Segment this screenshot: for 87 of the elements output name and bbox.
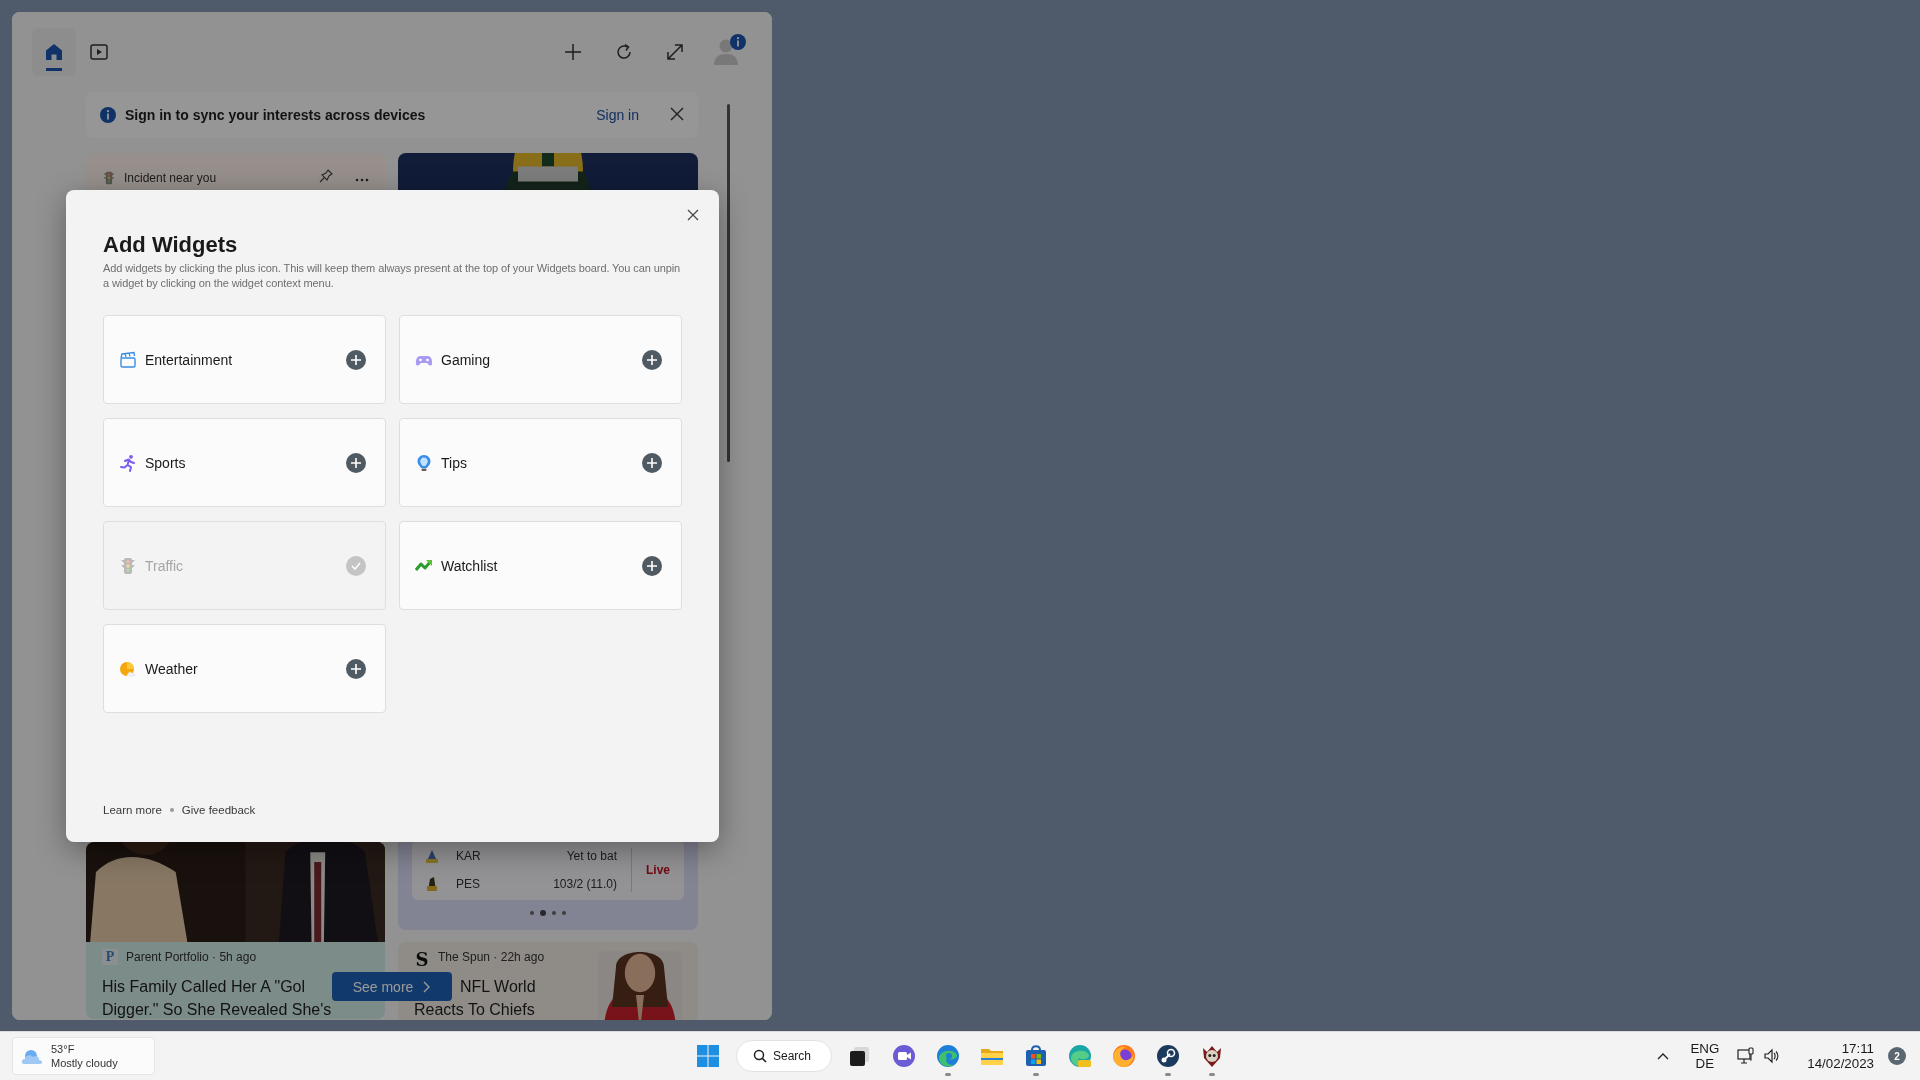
close-icon (670, 106, 684, 121)
sign-in-link[interactable]: Sign in (596, 107, 639, 123)
info-icon (100, 107, 116, 123)
video-chat-icon (892, 1044, 916, 1068)
plus-icon (647, 560, 657, 571)
widget-name: Entertainment (145, 351, 234, 368)
add-widget-button[interactable] (346, 349, 366, 370)
added-check-button[interactable] (346, 555, 366, 576)
browser-icon (1068, 1044, 1092, 1068)
expand-icon (666, 43, 684, 61)
footer-link[interactable]: Give feedback (181, 804, 256, 816)
page-dot[interactable] (562, 911, 566, 915)
add-widget-button[interactable] (642, 452, 662, 473)
search-button[interactable]: Search (736, 1040, 832, 1072)
footer-link[interactable]: Learn more (103, 804, 162, 816)
page-dot[interactable] (540, 910, 546, 916)
team-score: 103/2 (11.0) (553, 877, 617, 891)
add-widget-button[interactable] (642, 555, 662, 576)
page-dot[interactable] (530, 911, 534, 915)
search-icon (753, 1049, 767, 1063)
widget-name: Watchlist (441, 557, 499, 574)
headline-text: Digger." So She Revealed She's (102, 1001, 332, 1019)
source-line: The Spun · 22h ago (438, 950, 545, 964)
info-badge-icon (730, 34, 746, 50)
live-status: Live (631, 848, 684, 892)
weather-widget[interactable]: 53°F Mostly cloudy (12, 1037, 155, 1075)
widget-name: Weather (145, 660, 199, 677)
home-icon (44, 42, 64, 62)
card-title: Incident near you (124, 170, 217, 185)
volume-icon (1763, 1048, 1780, 1064)
chevron-right-icon (423, 980, 432, 993)
plus-icon (351, 663, 361, 674)
team-logo-icon (424, 848, 440, 864)
task-view-icon (848, 1044, 872, 1068)
browser-icon (936, 1044, 960, 1068)
steam-icon (1156, 1044, 1180, 1068)
add-widget-button[interactable] (642, 349, 662, 370)
team-score: Yet to bat (566, 849, 617, 863)
pin-icon (319, 169, 333, 183)
notification-badge[interactable]: 2 (1888, 1047, 1906, 1065)
cloud-icon (21, 1047, 45, 1065)
lightbulb-icon (415, 453, 433, 472)
banner-message: Sign in to sync your interests across devices (125, 107, 426, 123)
widget-name: Gaming (441, 351, 492, 368)
widget-name: Sports (145, 454, 187, 471)
play-icon (89, 42, 109, 62)
traffic-light-icon (102, 169, 116, 186)
plus-icon (351, 457, 361, 468)
page-dot[interactable] (552, 911, 556, 915)
chevron-up-icon (1657, 1052, 1670, 1060)
plus-icon (647, 354, 657, 365)
widget-name: Traffic (145, 557, 185, 574)
check-icon (351, 561, 361, 570)
plus-icon (647, 457, 657, 468)
running-figure-icon (119, 453, 137, 472)
dialog-title: Add Widgets (103, 232, 239, 258)
add-widget-button[interactable] (346, 658, 366, 679)
network-icon (1737, 1047, 1756, 1065)
store-bag-icon (1024, 1044, 1048, 1068)
widget-name: Tips (441, 454, 468, 471)
skull-emblem-icon (1200, 1044, 1224, 1068)
sun-cloud-icon (119, 659, 137, 678)
headline-text: NFL World (460, 977, 536, 997)
traffic-light-icon (119, 556, 137, 575)
headline-text: His Family Called Her A "Gol (102, 977, 306, 997)
source-line: Parent Portfolio · 5h ago (126, 950, 257, 964)
dialog-description: Add widgets by clicking the plus icon. This will keep them always present at the top of your Widgets board. You can unpin a widget by clicking on the widget context menu. (103, 261, 682, 291)
headline-text: Reacts To Chiefs (414, 1001, 535, 1019)
team-name: KAR (456, 849, 481, 863)
plus-icon (351, 354, 361, 365)
close-icon (687, 209, 699, 221)
refresh-icon (615, 43, 633, 61)
tab[interactable] (32, 28, 76, 76)
more-icon (355, 178, 369, 182)
team-logo-icon (424, 876, 440, 892)
source-logo: S (414, 949, 430, 965)
clapperboard-icon (119, 350, 137, 369)
add-widget-button[interactable] (346, 452, 366, 473)
avatar-icon (713, 38, 739, 66)
team-name: PES (456, 877, 480, 891)
see-more-button[interactable]: See more (332, 972, 452, 1001)
input-language-button[interactable]: ENG DE (1684, 1041, 1726, 1071)
start-icon (697, 1045, 719, 1067)
fox-globe-icon (1112, 1044, 1136, 1068)
plus-icon (564, 43, 582, 61)
source-logo: P (102, 949, 118, 965)
clock-button[interactable]: 17:11 14/02/2023 (1791, 1041, 1882, 1071)
